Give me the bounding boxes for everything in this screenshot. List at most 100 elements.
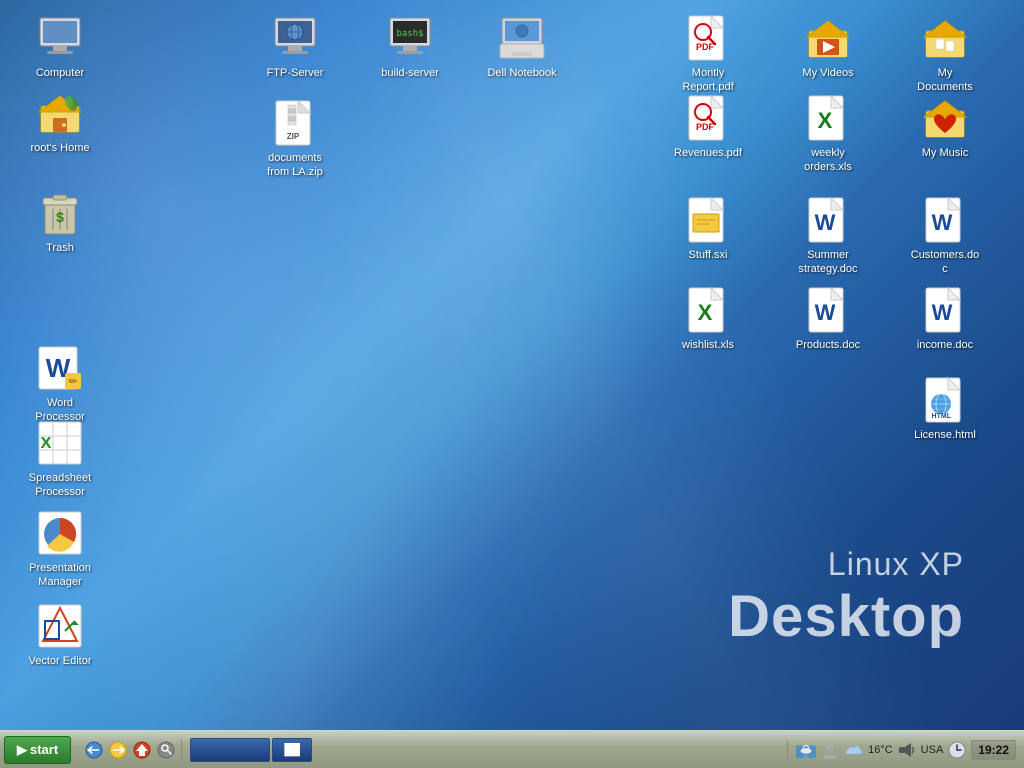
temperature-display: 16°C [868, 744, 893, 756]
my-music-label: My Music [922, 146, 968, 160]
desktop-icon-summer-strategy[interactable]: W Summer strategy.doc [788, 192, 868, 281]
desktop-icon-montly-report[interactable]: PDF Montly Report.pdf [668, 10, 748, 99]
desktop: Linux XP Desktop Computer [0, 0, 1024, 730]
svg-text:ZIP: ZIP [287, 132, 300, 141]
stuff-sxi-icon [684, 196, 732, 244]
svg-text:W: W [815, 300, 836, 325]
presentation-manager-icon [36, 509, 84, 557]
weather-cloud-icon[interactable] [844, 740, 864, 760]
vector-editor-label: Vector Editor [29, 654, 92, 668]
start-label: start [30, 742, 58, 757]
presentation-manager-label: Presentation Manager [24, 561, 96, 590]
locale-display: USA [921, 744, 944, 756]
ftp-server-icon [271, 14, 319, 62]
volume-icon[interactable] [897, 740, 917, 760]
desktop-icon-my-music[interactable]: My Music [905, 90, 985, 164]
my-videos-label: My Videos [802, 66, 853, 80]
svg-text:bash$: bash$ [396, 29, 423, 39]
revenues-icon: PDF [684, 94, 732, 142]
system-tray: 16°C USA 19:22 [787, 740, 1024, 760]
svg-text:$: $ [56, 209, 64, 225]
desktop-icon-weekly-orders[interactable]: X weekly orders.xls [788, 90, 868, 179]
documents-zip-label: documents from LA.zip [259, 151, 331, 180]
search-icon[interactable] [155, 739, 177, 761]
svg-text:X: X [818, 108, 833, 133]
trash-icon: $ [36, 189, 84, 237]
license-html-icon: HTML [921, 376, 969, 424]
wishlist-xls-icon: X [684, 286, 732, 334]
taskbar-windows: ██ [186, 738, 787, 762]
desktop-icon-vector-editor[interactable]: Vector Editor [20, 598, 100, 672]
products-doc-icon: W [804, 286, 852, 334]
desktop-icon-computer[interactable]: Computer [20, 10, 100, 84]
build-server-label: build-server [381, 66, 438, 80]
svg-text:W: W [932, 300, 953, 325]
desktop-icon-presentation-manager[interactable]: Presentation Manager [20, 505, 100, 594]
taskbar: ▶ start [0, 730, 1024, 768]
desktop-icon-customers-doc[interactable]: W Customers.doc [905, 192, 985, 281]
browser-back-icon[interactable] [83, 739, 105, 761]
my-videos-icon [804, 14, 852, 62]
income-doc-icon: W [921, 286, 969, 334]
svg-text:X: X [41, 435, 52, 452]
build-server-icon: bash$ [386, 14, 434, 62]
desktop-icon-build-server[interactable]: bash$ build-server [370, 10, 450, 84]
roots-home-label: root's Home [31, 141, 90, 155]
customers-doc-icon: W [921, 196, 969, 244]
weekly-orders-label: weekly orders.xls [792, 146, 864, 175]
start-icon: ▶ [17, 742, 27, 758]
stuff-sxi-label: Stuff.sxi [689, 248, 728, 262]
dell-notebook-icon [498, 14, 546, 62]
summer-strategy-icon: W [804, 196, 852, 244]
desktop-icon-wishlist-xls[interactable]: X wishlist.xls [668, 282, 748, 356]
svg-text:PDF: PDF [696, 42, 715, 52]
trash-label: Trash [46, 241, 74, 255]
user-tray-icon[interactable] [820, 740, 840, 760]
dell-notebook-label: Dell Notebook [487, 66, 556, 80]
clock-display[interactable]: 19:22 [971, 740, 1016, 760]
network-weather-icon[interactable] [796, 740, 816, 760]
svg-text:PDF: PDF [696, 122, 715, 132]
home-icon[interactable] [131, 739, 153, 761]
my-music-icon [921, 94, 969, 142]
icon-grid: Computer root's Home [0, 0, 1024, 730]
desktop-icon-my-videos[interactable]: My Videos [788, 10, 868, 84]
svg-text:HTML: HTML [932, 413, 952, 420]
spreadsheet-processor-label: Spreadsheet Processor [24, 471, 96, 500]
wishlist-xls-label: wishlist.xls [682, 338, 734, 352]
clock-icon[interactable] [947, 740, 967, 760]
desktop-icon-products-doc[interactable]: W Products.doc [788, 282, 868, 356]
svg-text:W: W [815, 210, 836, 235]
weekly-orders-icon: X [804, 94, 852, 142]
customers-doc-label: Customers.doc [909, 248, 981, 277]
summer-strategy-label: Summer strategy.doc [792, 248, 864, 277]
vector-editor-icon [36, 602, 84, 650]
revenues-label: Revenues.pdf [674, 146, 742, 160]
spreadsheet-processor-icon: X [36, 419, 84, 467]
start-button[interactable]: ▶ start [4, 736, 71, 764]
desktop-icon-ftp-server[interactable]: FTP-Server [255, 10, 335, 84]
svg-text:X: X [698, 300, 713, 325]
svg-text:W: W [932, 210, 953, 235]
desktop-icon-dell-notebook[interactable]: Dell Notebook [482, 10, 562, 84]
svg-text:✏: ✏ [68, 376, 78, 388]
desktop-icon-income-doc[interactable]: W income.doc [905, 282, 985, 356]
desktop-icon-stuff-sxi[interactable]: Stuff.sxi [668, 192, 748, 266]
documents-zip-icon: ZIP [271, 99, 319, 147]
computer-label: Computer [36, 66, 84, 80]
ftp-server-label: FTP-Server [267, 66, 324, 80]
my-documents-icon [921, 14, 969, 62]
roots-home-icon [36, 89, 84, 137]
desktop-icon-spreadsheet-processor[interactable]: X Spreadsheet Processor [20, 415, 100, 504]
taskbar-window-item[interactable] [190, 738, 270, 762]
products-doc-label: Products.doc [796, 338, 860, 352]
taskbar-window-item2[interactable]: ██ [272, 738, 312, 762]
desktop-icon-license-html[interactable]: HTML License.html [905, 372, 985, 446]
desktop-icon-roots-home[interactable]: root's Home [20, 85, 100, 159]
desktop-icon-trash[interactable]: $ Trash [20, 185, 100, 259]
desktop-icon-revenues[interactable]: PDF Revenues.pdf [668, 90, 748, 164]
desktop-icon-my-documents[interactable]: My Documents [905, 10, 985, 99]
browser-forward-icon[interactable] [107, 739, 129, 761]
quick-launch [79, 739, 182, 761]
desktop-icon-documents-zip[interactable]: ZIP documents from LA.zip [255, 95, 335, 184]
